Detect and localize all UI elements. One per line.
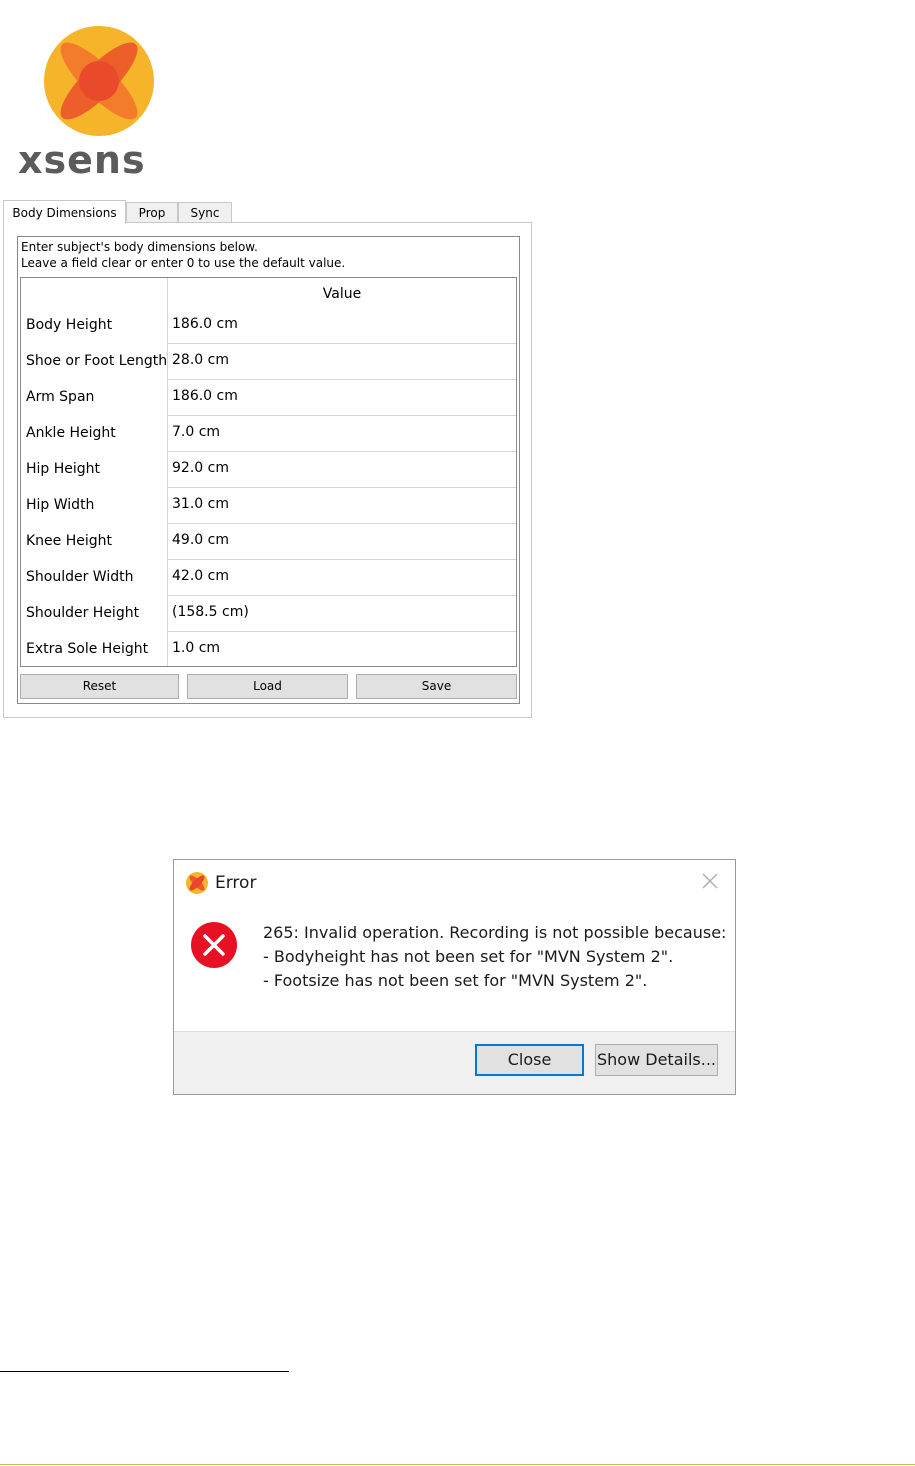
tab-body-dimensions[interactable]: Body Dimensions <box>3 200 126 224</box>
reset-button[interactable]: Reset <box>20 674 179 699</box>
table-row-arm-span: Arm Span 186.0 cm <box>21 380 516 416</box>
dialog-button-bar: Close Show Details... <box>174 1031 735 1094</box>
row-value-field[interactable]: 42.0 cm <box>172 568 229 584</box>
table-row-hip-width: Hip Width 31.0 cm <box>21 488 516 524</box>
table-row-shoulder-width: Shoulder Width 42.0 cm <box>21 560 516 596</box>
table-row-knee-height: Knee Height 49.0 cm <box>21 524 516 560</box>
row-label: Shoulder Height <box>26 605 140 621</box>
row-value-field[interactable]: 28.0 cm <box>172 352 229 368</box>
row-label: Extra Sole Height <box>26 641 149 657</box>
error-x-icon <box>191 922 237 968</box>
row-value-field[interactable]: 7.0 cm <box>172 424 220 440</box>
load-button[interactable]: Load <box>187 674 348 699</box>
error-dialog: Error 265: Invalid operation. Recording … <box>173 859 736 1095</box>
row-label: Hip Height <box>26 461 101 477</box>
table-row-hip-height: Hip Height 92.0 cm <box>21 452 516 488</box>
instructions: Enter subject's body dimensions below. L… <box>21 239 345 271</box>
close-icon[interactable] <box>699 870 721 892</box>
page-footer-rule <box>0 1464 915 1465</box>
row-value-field[interactable]: 49.0 cm <box>172 532 229 548</box>
row-value-field[interactable]: 92.0 cm <box>172 460 229 476</box>
table-row-body-height: Body Height 186.0 cm <box>21 308 516 344</box>
row-value-field[interactable]: (158.5 cm) <box>172 604 249 620</box>
body-dimensions-group: Enter subject's body dimensions below. L… <box>17 236 520 704</box>
body-dimensions-panel: Enter subject's body dimensions below. L… <box>3 222 532 718</box>
save-button[interactable]: Save <box>356 674 517 699</box>
row-label: Shoulder Width <box>26 569 134 585</box>
row-value-field[interactable]: 186.0 cm <box>172 316 238 332</box>
row-value-field[interactable]: 186.0 cm <box>172 388 238 404</box>
table-row-shoulder-height: Shoulder Height (158.5 cm) <box>21 596 516 632</box>
xsens-logo-icon <box>44 26 154 136</box>
instructions-line-1: Enter subject's body dimensions below. <box>21 240 258 254</box>
footnote-divider <box>0 1371 289 1372</box>
row-label: Knee Height <box>26 533 113 549</box>
dimensions-table: Value Body Height 186.0 cm Shoe or Foot … <box>20 277 517 667</box>
dialog-title: Error <box>215 873 257 893</box>
value-column-header: Value <box>322 286 362 302</box>
row-value-field[interactable]: 31.0 cm <box>172 496 229 512</box>
app-error-icon <box>186 872 208 894</box>
row-label: Ankle Height <box>26 425 116 441</box>
table-row-ankle-height: Ankle Height 7.0 cm <box>21 416 516 452</box>
row-label: Shoe or Foot Length <box>26 353 168 369</box>
error-message-line-2: - Bodyheight has not been set for "MVN S… <box>263 947 674 966</box>
instructions-line-2: Leave a field clear or enter 0 to use th… <box>21 256 346 270</box>
button-row: Reset Load Save <box>20 674 517 699</box>
error-message-line-1: 265: Invalid operation. Recording is not… <box>263 923 727 942</box>
row-label: Body Height <box>26 317 113 333</box>
table-row-shoe-length: Shoe or Foot Length 28.0 cm <box>21 344 516 380</box>
error-message-line-3: - Footsize has not been set for "MVN Sys… <box>263 971 648 990</box>
tab-sync[interactable]: Sync <box>178 202 232 222</box>
table-row-extra-sole-height: Extra Sole Height 1.0 cm <box>21 632 516 666</box>
row-label: Arm Span <box>26 389 95 405</box>
close-button[interactable]: Close <box>475 1044 584 1076</box>
error-message: 265: Invalid operation. Recording is not… <box>263 921 726 993</box>
row-value-field[interactable]: 1.0 cm <box>172 640 220 656</box>
xsens-logo: xsens <box>18 20 188 185</box>
show-details-button[interactable]: Show Details... <box>595 1044 718 1076</box>
tab-prop[interactable]: Prop <box>126 202 178 222</box>
row-label: Hip Width <box>26 497 95 513</box>
xsens-wordmark: xsens <box>18 138 146 182</box>
